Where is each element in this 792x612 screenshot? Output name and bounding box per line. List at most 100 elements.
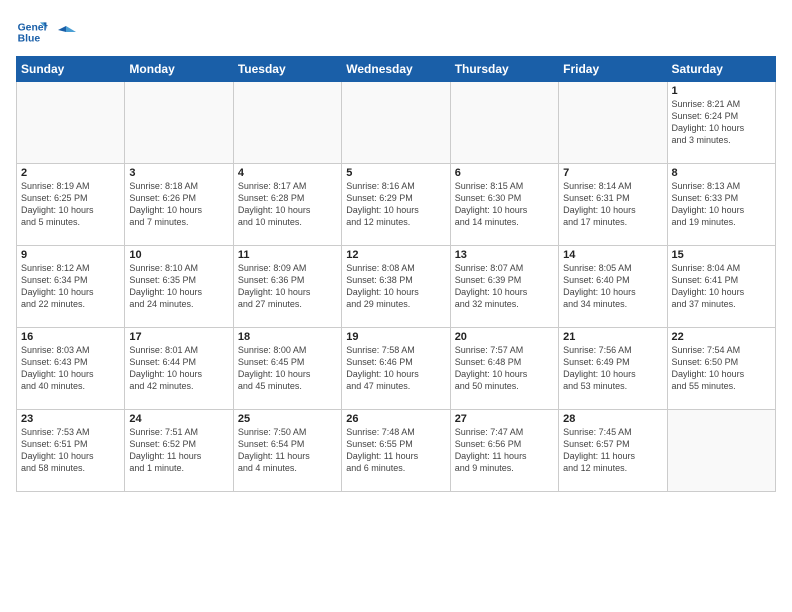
day-number: 27 — [455, 413, 554, 425]
day-cell: 24Sunrise: 7:51 AM Sunset: 6:52 PM Dayli… — [125, 410, 233, 492]
day-cell: 25Sunrise: 7:50 AM Sunset: 6:54 PM Dayli… — [233, 410, 341, 492]
header-cell-thursday: Thursday — [450, 57, 558, 82]
day-number: 4 — [238, 167, 337, 179]
day-number: 16 — [21, 331, 120, 343]
day-info: Sunrise: 8:00 AM Sunset: 6:45 PM Dayligh… — [238, 344, 337, 393]
day-cell: 17Sunrise: 8:01 AM Sunset: 6:44 PM Dayli… — [125, 328, 233, 410]
day-number: 14 — [563, 249, 662, 261]
header-cell-sunday: Sunday — [17, 57, 125, 82]
header-cell-tuesday: Tuesday — [233, 57, 341, 82]
day-number: 9 — [21, 249, 120, 261]
calendar-table: SundayMondayTuesdayWednesdayThursdayFrid… — [16, 56, 776, 492]
page-container: General Blue SundayMondayTuesdayWednesda… — [0, 0, 792, 500]
day-info: Sunrise: 8:17 AM Sunset: 6:28 PM Dayligh… — [238, 180, 337, 229]
day-info: Sunrise: 8:19 AM Sunset: 6:25 PM Dayligh… — [21, 180, 120, 229]
day-number: 13 — [455, 249, 554, 261]
day-cell: 22Sunrise: 7:54 AM Sunset: 6:50 PM Dayli… — [667, 328, 775, 410]
day-info: Sunrise: 8:03 AM Sunset: 6:43 PM Dayligh… — [21, 344, 120, 393]
day-cell: 26Sunrise: 7:48 AM Sunset: 6:55 PM Dayli… — [342, 410, 450, 492]
header-row: SundayMondayTuesdayWednesdayThursdayFrid… — [17, 57, 776, 82]
day-cell: 13Sunrise: 8:07 AM Sunset: 6:39 PM Dayli… — [450, 246, 558, 328]
day-cell — [559, 82, 667, 164]
day-cell: 15Sunrise: 8:04 AM Sunset: 6:41 PM Dayli… — [667, 246, 775, 328]
day-cell: 1Sunrise: 8:21 AM Sunset: 6:24 PM Daylig… — [667, 82, 775, 164]
day-cell — [450, 82, 558, 164]
day-cell: 3Sunrise: 8:18 AM Sunset: 6:26 PM Daylig… — [125, 164, 233, 246]
day-info: Sunrise: 7:58 AM Sunset: 6:46 PM Dayligh… — [346, 344, 445, 393]
day-info: Sunrise: 8:10 AM Sunset: 6:35 PM Dayligh… — [129, 262, 228, 311]
day-info: Sunrise: 8:13 AM Sunset: 6:33 PM Dayligh… — [672, 180, 771, 229]
day-number: 18 — [238, 331, 337, 343]
week-row-4: 16Sunrise: 8:03 AM Sunset: 6:43 PM Dayli… — [17, 328, 776, 410]
svg-text:Blue: Blue — [18, 34, 41, 45]
week-row-5: 23Sunrise: 7:53 AM Sunset: 6:51 PM Dayli… — [17, 410, 776, 492]
day-info: Sunrise: 8:04 AM Sunset: 6:41 PM Dayligh… — [672, 262, 771, 311]
day-cell: 23Sunrise: 7:53 AM Sunset: 6:51 PM Dayli… — [17, 410, 125, 492]
day-number: 15 — [672, 249, 771, 261]
day-number: 17 — [129, 331, 228, 343]
day-cell — [233, 82, 341, 164]
day-number: 20 — [455, 331, 554, 343]
logo: General Blue — [16, 16, 76, 48]
day-number: 19 — [346, 331, 445, 343]
day-cell: 10Sunrise: 8:10 AM Sunset: 6:35 PM Dayli… — [125, 246, 233, 328]
day-cell — [667, 410, 775, 492]
logo-bird-icon — [56, 22, 76, 42]
day-info: Sunrise: 7:57 AM Sunset: 6:48 PM Dayligh… — [455, 344, 554, 393]
day-number: 7 — [563, 167, 662, 179]
day-cell — [342, 82, 450, 164]
day-cell: 20Sunrise: 7:57 AM Sunset: 6:48 PM Dayli… — [450, 328, 558, 410]
day-number: 21 — [563, 331, 662, 343]
day-number: 8 — [672, 167, 771, 179]
header: General Blue — [16, 16, 776, 48]
day-number: 5 — [346, 167, 445, 179]
week-row-1: 1Sunrise: 8:21 AM Sunset: 6:24 PM Daylig… — [17, 82, 776, 164]
day-info: Sunrise: 7:54 AM Sunset: 6:50 PM Dayligh… — [672, 344, 771, 393]
day-cell: 5Sunrise: 8:16 AM Sunset: 6:29 PM Daylig… — [342, 164, 450, 246]
day-cell: 27Sunrise: 7:47 AM Sunset: 6:56 PM Dayli… — [450, 410, 558, 492]
day-info: Sunrise: 7:51 AM Sunset: 6:52 PM Dayligh… — [129, 426, 228, 475]
day-info: Sunrise: 8:08 AM Sunset: 6:38 PM Dayligh… — [346, 262, 445, 311]
day-cell: 9Sunrise: 8:12 AM Sunset: 6:34 PM Daylig… — [17, 246, 125, 328]
day-info: Sunrise: 8:18 AM Sunset: 6:26 PM Dayligh… — [129, 180, 228, 229]
day-number: 24 — [129, 413, 228, 425]
week-row-2: 2Sunrise: 8:19 AM Sunset: 6:25 PM Daylig… — [17, 164, 776, 246]
day-cell: 7Sunrise: 8:14 AM Sunset: 6:31 PM Daylig… — [559, 164, 667, 246]
day-cell: 16Sunrise: 8:03 AM Sunset: 6:43 PM Dayli… — [17, 328, 125, 410]
day-info: Sunrise: 7:45 AM Sunset: 6:57 PM Dayligh… — [563, 426, 662, 475]
day-info: Sunrise: 7:53 AM Sunset: 6:51 PM Dayligh… — [21, 426, 120, 475]
header-cell-wednesday: Wednesday — [342, 57, 450, 82]
day-number: 1 — [672, 85, 771, 97]
day-number: 10 — [129, 249, 228, 261]
day-cell: 12Sunrise: 8:08 AM Sunset: 6:38 PM Dayli… — [342, 246, 450, 328]
day-info: Sunrise: 7:56 AM Sunset: 6:49 PM Dayligh… — [563, 344, 662, 393]
day-cell: 2Sunrise: 8:19 AM Sunset: 6:25 PM Daylig… — [17, 164, 125, 246]
logo-icon: General Blue — [16, 16, 48, 48]
day-cell: 21Sunrise: 7:56 AM Sunset: 6:49 PM Dayli… — [559, 328, 667, 410]
day-cell: 6Sunrise: 8:15 AM Sunset: 6:30 PM Daylig… — [450, 164, 558, 246]
day-info: Sunrise: 8:05 AM Sunset: 6:40 PM Dayligh… — [563, 262, 662, 311]
day-cell: 4Sunrise: 8:17 AM Sunset: 6:28 PM Daylig… — [233, 164, 341, 246]
header-cell-saturday: Saturday — [667, 57, 775, 82]
day-info: Sunrise: 8:14 AM Sunset: 6:31 PM Dayligh… — [563, 180, 662, 229]
day-number: 25 — [238, 413, 337, 425]
day-info: Sunrise: 8:09 AM Sunset: 6:36 PM Dayligh… — [238, 262, 337, 311]
day-number: 12 — [346, 249, 445, 261]
day-info: Sunrise: 8:01 AM Sunset: 6:44 PM Dayligh… — [129, 344, 228, 393]
day-cell: 8Sunrise: 8:13 AM Sunset: 6:33 PM Daylig… — [667, 164, 775, 246]
day-number: 6 — [455, 167, 554, 179]
day-number: 11 — [238, 249, 337, 261]
day-info: Sunrise: 8:07 AM Sunset: 6:39 PM Dayligh… — [455, 262, 554, 311]
day-info: Sunrise: 7:50 AM Sunset: 6:54 PM Dayligh… — [238, 426, 337, 475]
day-number: 23 — [21, 413, 120, 425]
day-cell — [125, 82, 233, 164]
day-number: 28 — [563, 413, 662, 425]
day-cell: 19Sunrise: 7:58 AM Sunset: 6:46 PM Dayli… — [342, 328, 450, 410]
day-number: 2 — [21, 167, 120, 179]
day-info: Sunrise: 8:16 AM Sunset: 6:29 PM Dayligh… — [346, 180, 445, 229]
day-cell: 18Sunrise: 8:00 AM Sunset: 6:45 PM Dayli… — [233, 328, 341, 410]
day-info: Sunrise: 7:48 AM Sunset: 6:55 PM Dayligh… — [346, 426, 445, 475]
day-number: 3 — [129, 167, 228, 179]
day-info: Sunrise: 7:47 AM Sunset: 6:56 PM Dayligh… — [455, 426, 554, 475]
header-cell-monday: Monday — [125, 57, 233, 82]
